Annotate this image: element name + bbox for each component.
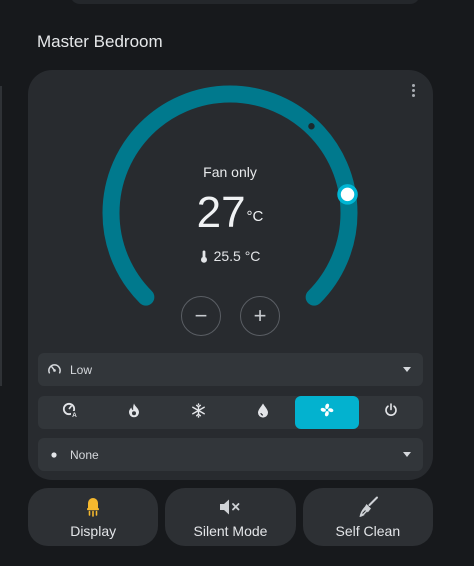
- broom-icon: [357, 495, 379, 519]
- temperature-dial[interactable]: [0, 0, 474, 566]
- current-temperature-value: 25.5 °C: [213, 248, 261, 264]
- display-tile-button[interactable]: Display: [28, 488, 159, 546]
- snowflake-icon: [191, 402, 206, 423]
- fan-speed-icon: [38, 362, 70, 377]
- water-drop-icon: [257, 403, 269, 423]
- mode-off-button[interactable]: [359, 396, 423, 429]
- dot-icon: [38, 451, 70, 459]
- decrease-temperature-button[interactable]: −: [181, 296, 221, 336]
- target-temperature-value: 27: [196, 188, 246, 237]
- target-temperature-unit: °C: [246, 208, 264, 225]
- minus-icon: −: [194, 303, 208, 328]
- auto-mode-icon: A: [62, 402, 79, 423]
- lightbulb-icon: [86, 495, 100, 519]
- feature-tiles: Display Silent Mode Self Clean: [28, 488, 433, 546]
- hvac-mode-label: Fan only: [203, 164, 257, 180]
- mode-cool-button[interactable]: [166, 396, 230, 429]
- hvac-mode-selector: A: [38, 396, 423, 429]
- silent-mode-tile-label: Silent Mode: [193, 523, 268, 539]
- target-handle[interactable]: [337, 184, 358, 205]
- preset-value: None: [70, 447, 99, 462]
- mode-auto-button[interactable]: A: [38, 396, 102, 429]
- chevron-down-icon: [403, 367, 411, 372]
- fan-speed-value: Low: [70, 362, 93, 377]
- svg-text:A: A: [72, 412, 77, 418]
- silent-mode-tile-button[interactable]: Silent Mode: [165, 488, 296, 546]
- display-tile-label: Display: [70, 523, 117, 539]
- plus-icon: +: [253, 303, 267, 328]
- fan-icon: [319, 402, 335, 423]
- current-temperature-marker: [308, 123, 315, 130]
- chevron-down-icon: [403, 452, 411, 457]
- current-temperature: 25.5 °C: [130, 248, 330, 266]
- mode-fan-only-button[interactable]: [294, 396, 359, 429]
- self-clean-tile-button[interactable]: Self Clean: [302, 488, 433, 546]
- power-icon: [384, 403, 398, 422]
- increase-temperature-button[interactable]: +: [240, 296, 280, 336]
- fan-speed-select[interactable]: Low: [38, 353, 423, 386]
- mode-dry-button[interactable]: [231, 396, 295, 429]
- thermometer-icon: [200, 250, 208, 266]
- mode-heat-button[interactable]: [102, 396, 166, 429]
- target-temperature: 27°C: [130, 188, 330, 238]
- speaker-mute-icon: [219, 495, 241, 519]
- flame-icon: [127, 403, 141, 423]
- self-clean-tile-label: Self Clean: [335, 523, 401, 539]
- preset-select[interactable]: None: [38, 438, 423, 471]
